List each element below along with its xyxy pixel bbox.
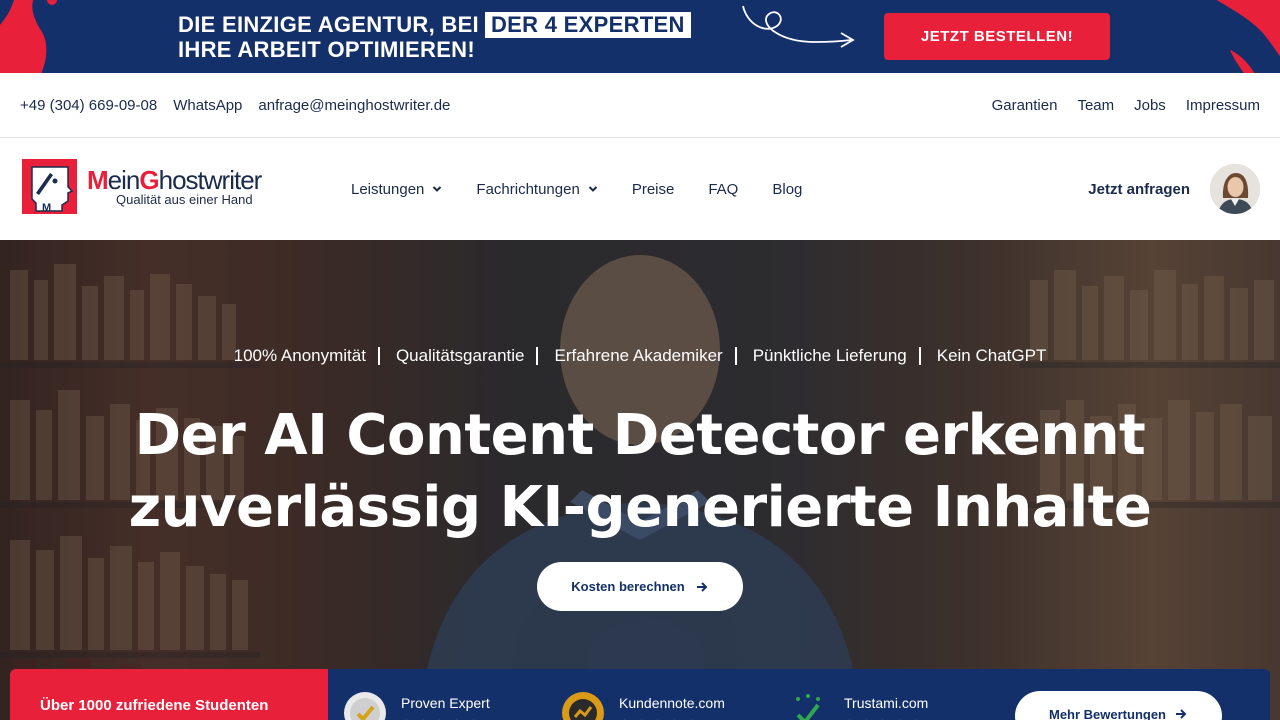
badge-quality: Qualitätsgarantie [396, 346, 555, 366]
trust-badges: 100% Anonymität Qualitätsgarantie Erfahr… [0, 346, 1280, 366]
imprint-link[interactable]: Impressum [1186, 97, 1260, 114]
brand-name: MeinGhostwriter [87, 164, 263, 195]
badge-label: Qualitätsgarantie [395, 346, 525, 365]
promo-headline-line1: DIE EINZIGE AGENTUR, BEI [178, 12, 479, 37]
kundennote-seal-icon [562, 692, 604, 720]
nav-item-leistungen[interactable]: Leistungen [351, 181, 442, 198]
paint-splash-right-decoration [1216, 0, 1280, 73]
badge-label: 100% Anonymität [233, 346, 366, 365]
brand-tagline: Qualität aus einer Hand [116, 191, 253, 207]
arrow-right-icon [1176, 709, 1187, 719]
hero-title: Der AI Content Detector erkennt zuverläs… [0, 400, 1280, 544]
nav-item-label: Preise [631, 180, 675, 198]
contact-links: +49 (304) 669-09-08 WhatsApp anfrage@mei… [20, 73, 450, 137]
brand-letter-m: M [87, 164, 109, 195]
promo-headline-line2: IHRE ARBEIT OPTIMIEREN! [178, 37, 475, 62]
nav-item-label: Fachrichtungen [476, 180, 580, 198]
nav-menu: Leistungen Fachrichtungen Preise FAQ Blo… [351, 138, 802, 240]
paint-splash-left-decoration [0, 0, 57, 73]
badge-divider [377, 347, 380, 365]
arrow-doodle-icon [742, 5, 855, 48]
nav-item-label: Leistungen [351, 180, 425, 198]
badge-divider [918, 347, 921, 365]
site-logo[interactable]: M MeinGhostwriter Qualität aus einer Han… [22, 159, 263, 214]
nav-item-label: Blog [772, 180, 803, 198]
badge-delivery: Pünktliche Lieferung [753, 346, 937, 366]
arrow-right-icon [696, 581, 708, 592]
nav-right: Jetzt anfragen [1088, 138, 1260, 240]
nav-item-blog[interactable]: Blog [772, 181, 802, 198]
hero-section: 100% Anonymität Qualitätsgarantie Erfahr… [0, 240, 1280, 720]
rating-trustami[interactable]: Trustami.com ★★★★★ [786, 691, 928, 720]
promo-banner: DIE EINZIGE AGENTUR, BEI DER 4 EXPERTEN I… [0, 0, 1280, 73]
calculate-cost-button[interactable]: Kosten berechnen [537, 562, 743, 611]
ratings-strip: Über 1000 zufriedene Studenten Proven Ex… [10, 669, 1270, 720]
calculate-cost-label: Kosten berechnen [571, 579, 685, 594]
brand-part-ein: ein [107, 164, 141, 195]
user-avatar-icon[interactable] [1210, 164, 1260, 214]
hero-title-line2: zuverlässig KI-generierte Inhalte [128, 475, 1152, 540]
main-navigation: M MeinGhostwriter Qualität aus einer Han… [0, 138, 1280, 240]
inquire-now-link[interactable]: Jetzt anfragen [1088, 181, 1190, 198]
more-reviews-button[interactable]: Mehr Bewertungen [1015, 691, 1222, 720]
rating-source-name: Proven Expert [401, 695, 490, 711]
promo-headline: DIE EINZIGE AGENTUR, BEI DER 4 EXPERTEN I… [178, 12, 691, 62]
badge-label: Pünktliche Lieferung [752, 346, 907, 365]
rating-source-name: Kundennote.com [619, 695, 725, 711]
ratings-headline-panel: Über 1000 zufriedene Studenten [10, 669, 328, 720]
nav-item-label: FAQ [708, 180, 739, 198]
utility-links: Garantien Team Jobs Impressum [992, 73, 1260, 137]
brand-part-hostwriter: hostwriter [158, 164, 263, 195]
chevron-down-icon [433, 186, 442, 192]
more-reviews-label: Mehr Bewertungen [1048, 707, 1166, 720]
svg-text:M: M [42, 202, 51, 214]
phone-link[interactable]: +49 (304) 669-09-08 [20, 97, 157, 114]
trustami-seal-icon [787, 692, 829, 720]
contact-bar: +49 (304) 669-09-08 WhatsApp anfrage@mei… [0, 73, 1280, 138]
badge-label: Erfahrene Akademiker [554, 346, 723, 365]
guarantees-link[interactable]: Garantien [992, 97, 1058, 114]
order-now-button[interactable]: JETZT BESTELLEN! [884, 13, 1110, 60]
ratings-headline: Über 1000 zufriedene Studenten [40, 697, 269, 714]
brand-letter-g: G [139, 164, 159, 195]
badge-divider [536, 347, 539, 365]
chevron-down-icon [588, 186, 598, 192]
badge-label: Kein ChatGPT [936, 346, 1047, 365]
badge-divider [734, 347, 737, 365]
proven-expert-seal-icon [344, 692, 386, 720]
nav-item-preise[interactable]: Preise [632, 181, 675, 198]
whatsapp-link[interactable]: WhatsApp [173, 97, 242, 114]
badge-academics: Erfahrene Akademiker [554, 346, 752, 366]
logo-wordmark: MeinGhostwriter Qualität aus einer Hand [87, 164, 263, 207]
rating-source-name: Trustami.com [844, 695, 929, 711]
promo-highlight: DER 4 EXPERTEN [484, 12, 691, 38]
nav-item-faq[interactable]: FAQ [708, 181, 738, 198]
rating-kundennote[interactable]: Kundennote.com ★★★★★ [561, 691, 725, 720]
rating-proven-expert[interactable]: Proven Expert ★★★★★ [343, 691, 490, 720]
email-link[interactable]: anfrage@meinghostwriter.de [258, 97, 450, 114]
badge-no-chatgpt: Kein ChatGPT [937, 346, 1047, 366]
team-link[interactable]: Team [1077, 97, 1114, 114]
ghostwriter-logo-icon: M [22, 159, 77, 214]
jobs-link[interactable]: Jobs [1134, 97, 1166, 114]
badge-anonymity: 100% Anonymität [234, 346, 396, 366]
hero-title-line1: Der AI Content Detector erkennt [134, 403, 1146, 468]
nav-item-fachrichtungen[interactable]: Fachrichtungen [476, 180, 598, 198]
